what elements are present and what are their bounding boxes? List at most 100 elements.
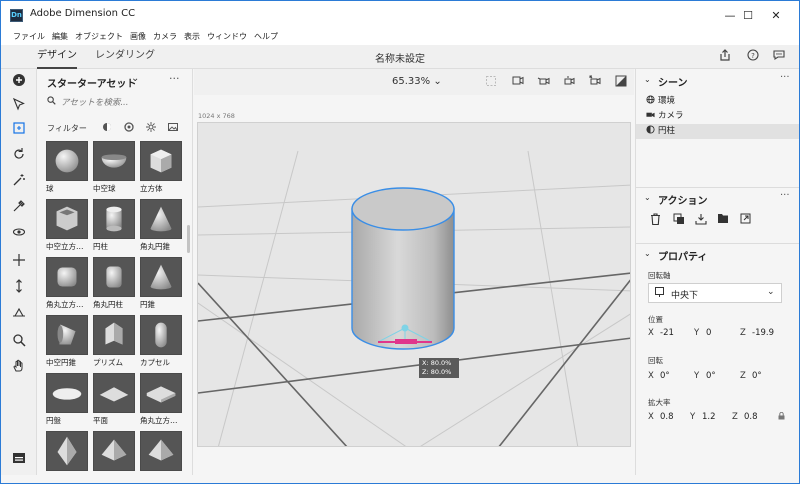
asset-item[interactable]: 角丸立方… [140,373,182,426]
magic-wand-icon[interactable] [9,173,29,193]
scale-x-field[interactable]: X 0.8 [648,412,688,426]
asset-item[interactable] [140,431,182,473]
render-preview-icon[interactable] [614,75,628,89]
pan-tool-icon[interactable] [9,253,29,273]
share-icon[interactable] [717,49,733,65]
actions-collapse-icon[interactable]: ⌄ [644,193,651,202]
tab-design[interactable]: デザイン [37,45,77,69]
add-content-icon[interactable] [9,73,29,93]
menu-help[interactable]: ヘルプ [254,29,278,45]
scene-more-icon[interactable]: ··· [780,72,790,83]
menu-object[interactable]: オブジェクト [75,29,123,45]
image-filter-icon[interactable] [167,122,179,134]
camera-bookmark-icon[interactable] [510,75,524,89]
help-icon[interactable]: ? [745,49,761,65]
scene-item-environment[interactable]: 環境 [636,94,799,109]
rotation-z-field[interactable]: Z 0° [740,371,790,385]
scene-item-cylinder[interactable]: 円柱 [636,124,799,139]
menu-edit[interactable]: 編集 [52,29,68,45]
menu-window[interactable]: ウィンドウ [207,29,247,45]
delete-icon[interactable] [648,213,662,227]
title-bar[interactable]: Dn Adobe Dimension CC — ☐ ✕ [1,1,799,29]
asset-item[interactable]: 球 [46,141,88,194]
assets-title[interactable]: スターターアセット [47,75,136,90]
asset-label: カプセル [140,358,170,367]
export-icon[interactable] [738,213,752,227]
camera-pan-icon[interactable] [562,75,576,89]
search-input[interactable] [61,95,181,111]
rotation-y-field[interactable]: Y 0° [694,371,734,385]
divider [636,243,799,244]
material-filter-icon[interactable] [123,122,135,134]
light-filter-icon[interactable] [145,122,157,134]
asset-item[interactable]: 角丸円錐 [140,199,182,252]
menu-image[interactable]: 画像 [130,29,146,45]
asset-item[interactable]: 円錐 [140,257,182,310]
more-options-icon[interactable]: ··· [169,72,180,85]
properties-collapse-icon[interactable]: ⌄ [644,249,651,258]
dolly-tool-icon[interactable] [9,279,29,299]
tab-render[interactable]: レンダリング [95,45,155,69]
asset-item[interactable]: カプセル [140,315,182,368]
scale-y-field[interactable]: Y 1.2 [690,412,730,426]
position-x-field[interactable]: X -21 [648,328,688,342]
actions-more-icon[interactable]: ··· [780,190,790,201]
camera-dolly-icon[interactable] [588,75,602,89]
scale-z-field[interactable]: Z 0.8 [732,412,772,426]
asset-item[interactable]: プリズム [93,315,135,368]
eyedropper-icon[interactable] [9,199,29,219]
workspace-header: 名称未設定 デザイン レンダリング ? [1,45,799,69]
asset-thumbnail [140,199,182,239]
asset-item[interactable]: 中空立方… [46,199,88,252]
duplicate-icon[interactable] [672,213,686,227]
zoom-level[interactable]: 65.33% ⌄ [392,76,442,87]
asset-item[interactable]: 中空円錐 [46,315,88,368]
asset-item[interactable] [93,431,135,473]
asset-thumbnail [140,315,182,355]
asset-item[interactable]: 円柱 [93,199,135,252]
actions-title[interactable]: アクション [658,192,708,207]
frame-icon[interactable] [484,75,498,89]
viewport-canvas[interactable] [197,122,631,447]
select-tool-icon[interactable] [9,97,29,117]
scene-collapse-icon[interactable]: ⌄ [644,75,651,84]
menu-camera[interactable]: カメラ [153,29,177,45]
assets-scrollbar[interactable] [187,225,190,253]
horizon-tool-icon[interactable] [9,305,29,325]
rotation-label: 回転 [648,356,663,365]
hand-tool-icon[interactable] [9,359,29,379]
asset-item[interactable]: 角丸立方… [46,257,88,310]
zoom-tool-icon[interactable] [9,333,29,353]
position-z-field[interactable]: Z -19.9 [740,328,790,342]
folder-icon[interactable] [716,213,730,227]
model-filter-icon[interactable] [101,122,113,134]
move-tool-icon[interactable] [9,121,29,141]
pivot-select[interactable]: 中央下 ⌄ [648,283,782,303]
close-button[interactable]: ✕ [753,1,799,29]
asset-item[interactable]: 立方体 [140,141,182,194]
asset-item[interactable]: 角丸円柱 [93,257,135,310]
feedback-icon[interactable] [771,49,787,65]
properties-title[interactable]: プロパティ [658,248,707,263]
app-logo-icon: Dn [10,9,23,22]
asset-item[interactable]: 平面 [93,373,135,426]
rotation-x-field[interactable]: X 0° [648,371,688,385]
asset-item[interactable]: 円盤 [46,373,88,426]
orbit-tool-icon[interactable] [9,225,29,245]
camera-orbit-icon[interactable] [536,75,550,89]
menu-file[interactable]: ファイル [13,29,45,45]
lock-icon[interactable] [778,411,785,422]
asset-item[interactable] [46,431,88,473]
scene-title[interactable]: シーン [658,74,688,89]
chevron-down-icon[interactable]: ⌄ [131,73,139,84]
asset-label: 角丸円錐 [140,242,170,251]
position-y-field[interactable]: Y0 [694,328,734,342]
bottom-bar [1,475,799,483]
drop-to-ground-icon[interactable] [694,213,708,227]
asset-item[interactable]: 中空球 [93,141,135,194]
menu-view[interactable]: 表示 [184,29,200,45]
scene-item-camera[interactable]: カメラ [636,109,799,124]
panel-toggle-icon[interactable] [9,451,29,471]
scene-render [198,150,630,446]
rotate-tool-icon[interactable] [9,147,29,167]
